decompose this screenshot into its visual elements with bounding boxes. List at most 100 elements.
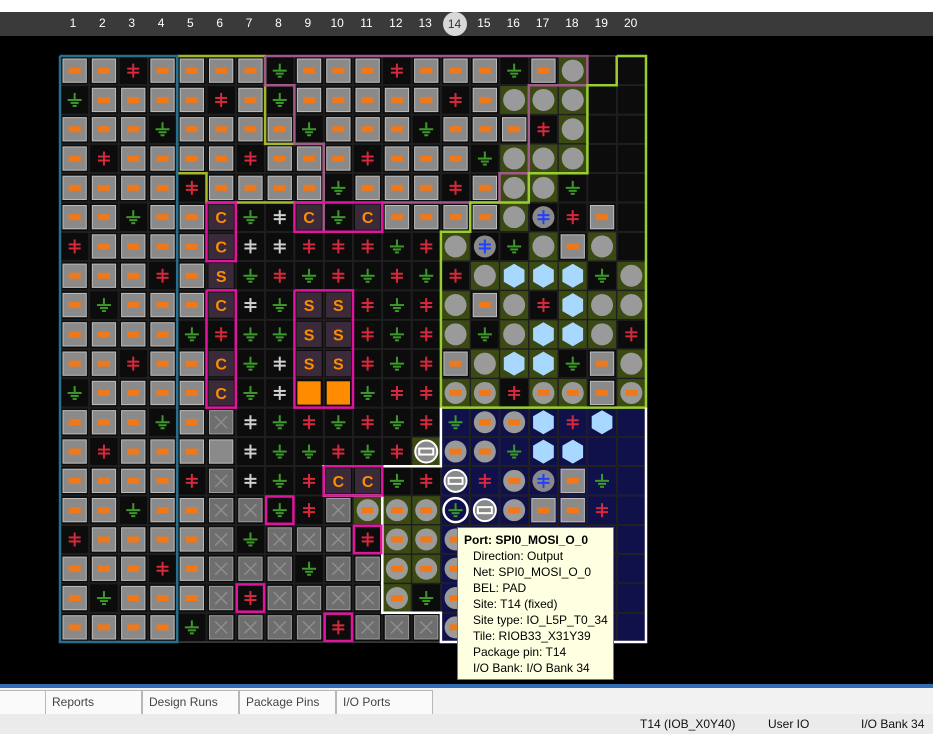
pin-G2 [89,232,119,261]
pin-I8 [265,290,295,320]
pin-T3 [118,612,148,642]
pin-I17 [528,290,558,320]
pin-F5 [177,202,207,232]
pin-J9: S [294,319,324,349]
pin-O5 [177,466,207,496]
column-ruler: 1 2 3 4 5 6 7 8 9 10 11 12 13 14 15 16 17 18 19 20 [0,12,933,36]
pin-E11 [353,173,383,203]
pin-C14 [441,114,470,144]
pin-O20 [616,466,646,496]
pin-R8 [265,554,295,584]
window-top-strip [0,0,933,12]
pin-Q4 [148,524,177,554]
pin-O1 [60,466,90,496]
pin-B7 [236,85,265,115]
pin-S7 [236,583,265,613]
pin-P8 [265,495,295,525]
pin-I13 [411,290,441,320]
pin-P1 [60,495,90,525]
pin-K4 [148,349,177,379]
tab-io-ports[interactable]: I/O Ports [336,690,433,714]
pin-P17 [528,495,558,525]
tab-package-pins[interactable]: Package Pins [239,690,336,714]
pin-N19 [587,437,617,466]
pin-E20 [616,173,646,203]
pin-I20 [616,290,646,320]
pin-L1 [60,378,90,408]
pin-A11 [353,56,383,86]
pin-C8 [265,114,295,144]
pin-Q9 [294,524,324,554]
pin-P13 [411,495,441,525]
pin-N18 [558,437,588,466]
pin-T13 [411,612,441,642]
pin-J17 [528,319,558,349]
pin-E1 [60,173,90,203]
status-bank: I/O Bank 34 [861,717,925,731]
pin-N2 [89,437,119,466]
pin-N13 [411,437,441,466]
pin-C16 [499,114,529,144]
pin-N7 [236,437,265,466]
pin-D16 [499,144,529,174]
pin-G9 [294,232,324,261]
pin-S5 [177,583,207,613]
pin-B20 [616,85,646,115]
pin-L6: C [206,378,236,408]
pin-K1 [60,349,90,379]
pin-O3 [118,466,148,496]
pin-E10 [323,173,353,203]
pin-F6: C [206,202,236,232]
pin-D10 [323,144,353,174]
pin-D1 [60,144,90,174]
pin-A18 [558,56,588,86]
pin-M9 [294,407,324,437]
pin-N11 [353,437,383,466]
pin-R13 [411,554,441,584]
pin-D6 [206,144,236,174]
column-label-11: 11 [360,16,373,30]
pin-tooltip: Port: SPI0_MOSI_O_0 Direction: Output Ne… [457,527,614,680]
svg-text:C: C [362,210,374,227]
pin-T9 [294,612,324,642]
pin-G3 [118,232,148,261]
pin-Q20 [616,524,646,554]
tab-reports[interactable]: Reports [45,690,142,714]
pin-D5 [177,144,207,174]
pin-A2 [89,56,119,86]
tab-design-runs[interactable]: Design Runs [142,690,239,714]
pin-C6 [206,114,236,144]
pin-D4 [148,144,177,174]
pin-A5 [177,56,207,86]
pin-I7 [236,290,265,320]
pin-R11 [353,554,383,584]
pin-J6 [206,319,236,349]
pin-A4 [148,56,177,86]
pin-L17 [528,378,558,408]
pin-O6 [206,466,236,496]
pin-Q13 [411,524,441,554]
tooltip-bel: BEL: PAD [473,581,527,595]
pin-A7 [236,56,265,86]
pin-P6 [206,495,236,525]
pin-E3 [118,173,148,203]
pin-R7 [236,554,265,584]
pin-I3 [118,290,148,320]
pin-J14 [441,319,470,349]
pin-G1 [60,232,90,261]
pin-C15 [470,114,500,144]
tab-hidden-left[interactable] [0,690,46,714]
pin-K19 [587,349,617,379]
pin-L15 [470,378,500,408]
pin-A20 [616,56,646,86]
pin-K3 [118,349,148,379]
pin-I2 [89,290,119,320]
pin-R12 [382,554,412,584]
pin-E12 [382,173,412,203]
pin-D8 [265,144,295,174]
pin-G17 [528,232,558,261]
pin-J2 [89,319,119,349]
pin-P18 [558,495,588,525]
svg-text:S: S [304,357,315,374]
pin-D14 [441,144,470,174]
